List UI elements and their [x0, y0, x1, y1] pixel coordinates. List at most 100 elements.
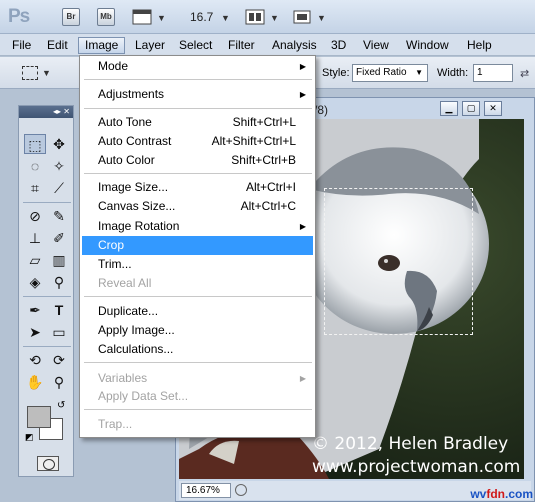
menu-image[interactable]: Image [78, 37, 126, 54]
path-selection-tool-icon[interactable]: ➤ [24, 322, 46, 342]
photoshop-logo: Ps [8, 6, 30, 27]
application-bar: Ps Br Mb ▼ 16.7 ▼ ▼ ▼ [0, 0, 535, 34]
menu-layer[interactable]: Layer [129, 37, 171, 54]
menu-separator [84, 108, 312, 109]
menu-window[interactable]: Window [400, 37, 455, 54]
submenu-arrow-icon: ▶ [299, 222, 306, 231]
tools-divider [23, 202, 71, 203]
chevron-down-icon: ▼ [415, 68, 423, 77]
menu-item-canvas-size[interactable]: Canvas Size... Alt+Ctrl+C [82, 197, 313, 216]
bridge-button[interactable]: Br [62, 8, 80, 26]
pen-tool-icon[interactable]: ✒ [24, 300, 46, 320]
close-button[interactable]: ✕ [484, 101, 502, 116]
watermark-url: www.projectwoman.com [312, 457, 521, 477]
menu-analysis[interactable]: Analysis [266, 37, 323, 54]
default-colors-icon[interactable]: ◩ [25, 432, 34, 443]
menu-file[interactable]: File [6, 37, 37, 54]
menu-item-mode[interactable]: Mode ▶ [82, 57, 313, 76]
view-extras-icon[interactable] [132, 7, 154, 27]
gradient-tool-icon[interactable]: ▥ [48, 250, 70, 270]
style-select[interactable]: Fixed Ratio ▼ [352, 64, 428, 82]
menu-filter[interactable]: Filter [222, 37, 261, 54]
tools-divider [23, 346, 71, 347]
history-brush-tool-icon[interactable]: ✐ [48, 228, 70, 248]
site-watermark-part1: wv [470, 487, 487, 501]
menu-edit[interactable]: Edit [41, 37, 74, 54]
3d-orbit-tool-icon[interactable]: ⟳ [48, 350, 70, 370]
menu-view[interactable]: View [357, 37, 395, 54]
swap-dimensions-icon[interactable]: ⇄ [520, 67, 529, 80]
menu-item-duplicate[interactable]: Duplicate... [82, 302, 313, 321]
tools-panel: ◂▸ ✕ ⬚ ✥ ◌ ✧ ⌗ ⟋ ⊘ ✎ ⊥ ✐ ▱ ▥ ◈ ⚲ ✒ T ➤ ▭… [18, 105, 74, 477]
screen-mode-icon[interactable] [292, 7, 314, 27]
zoom-level[interactable]: 16.7 [190, 10, 213, 24]
menu-item-image-rotation[interactable]: Image Rotation ▶ [82, 217, 313, 236]
tools-divider [23, 296, 71, 297]
eraser-tool-icon[interactable]: ▱ [24, 250, 46, 270]
menu-select[interactable]: Select [173, 37, 218, 54]
crop-tool-icon[interactable]: ⌗ [24, 178, 46, 198]
clone-stamp-tool-icon[interactable]: ⊥ [24, 228, 46, 248]
menu-item-image-size[interactable]: Image Size... Alt+Ctrl+I [82, 178, 313, 197]
zoom-dropdown-icon[interactable]: ▼ [221, 13, 230, 23]
menu-item-trim[interactable]: Trim... [82, 255, 313, 274]
menu-item-crop[interactable]: Crop [82, 236, 313, 255]
minimize-button[interactable]: ▁ [440, 101, 458, 116]
dodge-tool-icon[interactable]: ⚲ [48, 272, 70, 292]
hand-tool-icon[interactable]: ✋ [24, 372, 46, 392]
menu-3d[interactable]: 3D [325, 37, 352, 54]
submenu-arrow-icon: ▶ [299, 62, 306, 71]
image-menu-dropdown: Mode ▶ Adjustments ▶ Auto Tone Shift+Ctr… [79, 55, 316, 438]
swap-colors-icon[interactable]: ↺ [57, 400, 65, 411]
menu-item-auto-color[interactable]: Auto Color Shift+Ctrl+B [82, 151, 313, 170]
menu-bar: File Edit Image Layer Select Filter Anal… [0, 34, 535, 56]
rectangle-tool-icon[interactable]: ▭ [48, 322, 70, 342]
arrange-dropdown-icon[interactable]: ▼ [270, 13, 279, 23]
style-select-value: Fixed Ratio [356, 67, 407, 78]
menu-item-auto-contrast[interactable]: Auto Contrast Alt+Shift+Ctrl+L [82, 132, 313, 151]
move-tool-icon[interactable]: ✥ [48, 134, 70, 154]
lasso-tool-icon[interactable]: ◌ [24, 156, 46, 176]
menu-help[interactable]: Help [461, 37, 498, 54]
rectangular-marquee-tool-icon[interactable]: ⬚ [24, 134, 46, 154]
view-extras-dropdown-icon[interactable]: ▼ [157, 13, 166, 23]
menu-item-auto-tone[interactable]: Auto Tone Shift+Ctrl+L [82, 113, 313, 132]
status-info-icon[interactable] [235, 484, 247, 496]
arrange-documents-icon[interactable] [245, 7, 267, 27]
maximize-button[interactable]: ▢ [462, 101, 480, 116]
3d-rotate-tool-icon[interactable]: ⟲ [24, 350, 46, 370]
zoom-tool-icon[interactable]: ⚲ [48, 372, 70, 392]
width-label: Width: [437, 67, 469, 79]
screen-mode-dropdown-icon[interactable]: ▼ [317, 13, 326, 23]
brush-tool-icon[interactable]: ✎ [48, 206, 70, 226]
document-title: /8) [314, 103, 329, 117]
mini-bridge-button[interactable]: Mb [97, 8, 115, 26]
menu-item-calculations[interactable]: Calculations... [82, 340, 313, 359]
submenu-arrow-icon: ▶ [299, 374, 306, 383]
style-label: Style: [322, 67, 350, 79]
selection-marquee[interactable] [324, 188, 473, 335]
eyedropper-tool-icon[interactable]: ⟋ [48, 178, 70, 198]
foreground-color-swatch[interactable] [27, 406, 51, 428]
menu-separator [84, 362, 312, 363]
menu-item-apply-data-set[interactable]: Apply Data Set... [82, 387, 313, 406]
menu-item-reveal-all[interactable]: Reveal All [82, 274, 313, 293]
menu-item-apply-image[interactable]: Apply Image... [82, 321, 313, 340]
zoom-status-field[interactable]: 16.67% [181, 483, 231, 498]
menu-item-adjustments[interactable]: Adjustments ▶ [82, 85, 313, 104]
rectangular-marquee-option-icon[interactable] [22, 66, 38, 80]
watermark-copyright: © 2012, Helen Bradley [312, 434, 509, 454]
menu-separator [84, 296, 312, 297]
menu-separator [84, 173, 312, 174]
spot-healing-tool-icon[interactable]: ⊘ [24, 206, 46, 226]
quick-selection-tool-icon[interactable]: ✧ [48, 156, 70, 176]
type-tool-icon[interactable]: T [48, 300, 70, 320]
blur-tool-icon[interactable]: ◈ [24, 272, 46, 292]
tools-panel-header[interactable]: ◂▸ ✕ [19, 106, 73, 118]
menu-item-trap[interactable]: Trap... [82, 415, 313, 434]
tool-preset-dropdown-icon[interactable]: ▼ [42, 68, 51, 78]
quick-mask-button[interactable] [37, 456, 59, 471]
menu-item-variables[interactable]: Variables ▶ [82, 369, 313, 388]
width-input[interactable]: 1 [473, 64, 513, 82]
site-watermark-part2: fdn [486, 487, 505, 501]
